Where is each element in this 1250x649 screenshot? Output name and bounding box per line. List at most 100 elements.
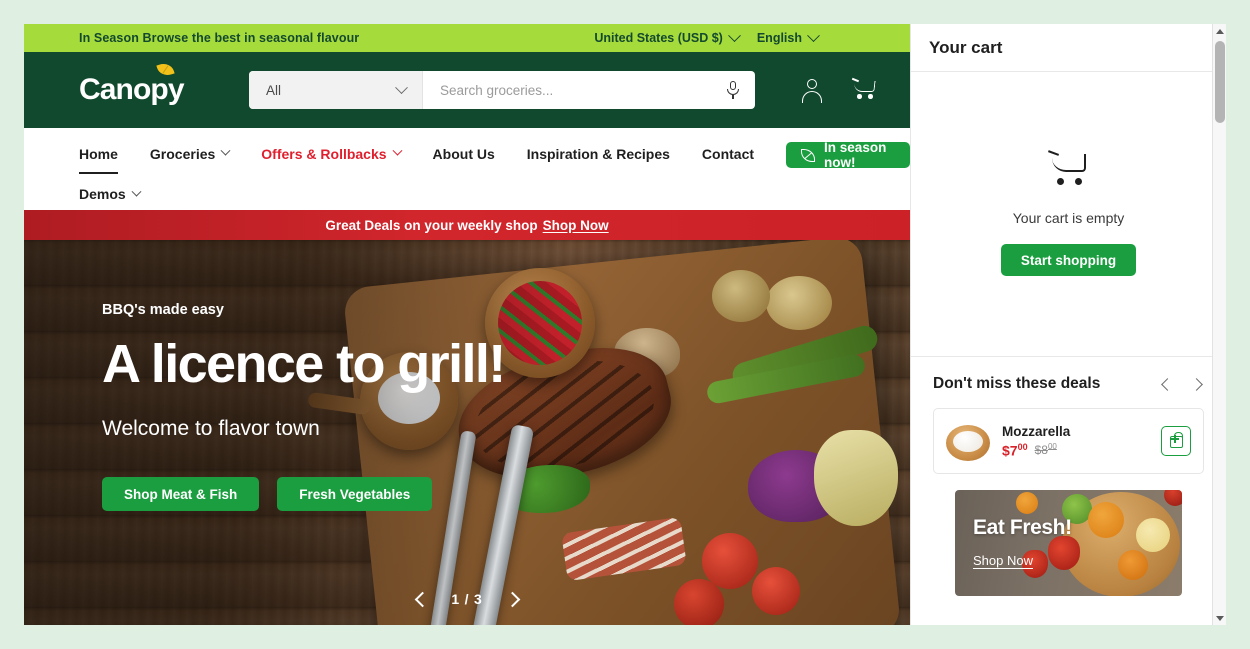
nav-item-inspiration-recipes[interactable]: Inspiration & Recipes	[527, 146, 670, 165]
nav-row-primary: Home Groceries Offers & Rollbacks About …	[79, 140, 910, 174]
utility-bar: In Season Browse the best in seasonal fl…	[24, 24, 910, 52]
chevron-down-icon	[392, 145, 402, 156]
slider-prev-icon[interactable]	[413, 591, 429, 607]
deals-title: Don't miss these deals	[933, 375, 1101, 392]
nav-item-groceries[interactable]: Groceries	[149, 145, 231, 165]
product-prices: $700 $800	[1002, 442, 1149, 459]
main-navigation: Home Groceries Offers & Rollbacks About …	[24, 128, 910, 210]
seasonal-message: In Season Browse the best in seasonal fl…	[79, 31, 360, 45]
deal-card[interactable]: Mozzarella $700 $800	[933, 408, 1204, 474]
cart-empty-text: Your cart is empty	[1012, 210, 1125, 226]
nav-row-secondary: Demos	[79, 186, 172, 205]
browser-viewport: In Season Browse the best in seasonal fl…	[24, 24, 1226, 625]
sale-price: $700	[1002, 442, 1028, 459]
nav-item-offers-rollbacks[interactable]: Offers & Rollbacks	[261, 145, 402, 165]
search-input[interactable]	[440, 82, 725, 98]
sale-price-cents: 00	[1017, 441, 1028, 452]
cart-header: Your cart	[911, 24, 1226, 72]
cart-panel: Your cart Your cart is empty Start shopp…	[910, 24, 1226, 625]
scroll-down-icon[interactable]	[1213, 611, 1226, 625]
banana-slice	[1136, 518, 1170, 552]
nav-label: Contact	[701, 145, 755, 162]
hero-eyebrow: BBQ's made easy	[102, 302, 224, 318]
nav-item-home[interactable]: Home	[79, 145, 118, 174]
deals-prev-icon[interactable]	[1160, 378, 1173, 391]
cart-empty-state: Your cart is empty Start shopping	[911, 72, 1226, 357]
promo-card-title: Eat Fresh!	[973, 516, 1072, 539]
slide-counter: 1 / 3	[451, 591, 483, 607]
country-currency-label: United States (USD $)	[594, 31, 723, 45]
orange-slice	[1088, 502, 1124, 538]
add-to-cart-button[interactable]	[1161, 426, 1191, 456]
shopping-bag-plus-icon	[1170, 432, 1183, 448]
deal-info: Mozzarella $700 $800	[1002, 424, 1149, 459]
start-shopping-button[interactable]: Start shopping	[1000, 244, 1137, 276]
header-icons	[799, 77, 878, 103]
product-name: Mozzarella	[1002, 423, 1071, 439]
search-category-label: All	[266, 82, 282, 98]
promo-card-content: Eat Fresh! Shop Now	[973, 516, 1072, 568]
hero-subtitle: Welcome to flavor town	[102, 417, 320, 440]
hero-banner: BBQ's made easy A licence to grill! Welc…	[24, 240, 910, 625]
language-selector[interactable]: English	[756, 28, 820, 45]
nav-item-about-us[interactable]: About Us	[433, 146, 495, 165]
nav-label: Offers & Rollbacks	[261, 145, 387, 162]
tangerine	[1016, 492, 1038, 514]
chevron-down-icon	[395, 80, 408, 94]
deals-carousel-controls	[1160, 378, 1204, 391]
promo-ribbon-text: Great Deals on your weekly shop	[325, 217, 538, 233]
original-price-cents: 00	[1047, 441, 1057, 451]
site-header: Canopy All	[24, 52, 910, 128]
promo-ribbon: Great Deals on your weekly shop Shop Now	[24, 210, 910, 240]
in-season-now-label: In season now!	[824, 140, 887, 170]
logo-text: Canopy	[79, 73, 185, 106]
cart-icon[interactable]	[851, 77, 878, 103]
user-icon[interactable]	[799, 77, 825, 103]
promo-card-link[interactable]: Shop Now	[973, 553, 1072, 568]
country-currency-selector[interactable]: United States (USD $)	[594, 28, 741, 45]
nav-label: Demos	[79, 186, 126, 202]
search-category-select[interactable]: All	[249, 71, 423, 109]
chevron-down-icon	[131, 186, 142, 197]
hero-content: BBQ's made easy A licence to grill! Welc…	[102, 302, 506, 511]
hero-title: A licence to grill!	[102, 334, 506, 394]
scroll-up-icon[interactable]	[1213, 24, 1226, 38]
locale-selectors: United States (USD $) English	[594, 28, 820, 45]
deals-header: Don't miss these deals	[933, 375, 1204, 393]
microphone-icon[interactable]	[725, 81, 741, 99]
berry	[1164, 490, 1182, 506]
scrollbar[interactable]	[1212, 24, 1226, 625]
chevron-down-icon	[220, 145, 231, 156]
shop-meat-fish-button[interactable]: Shop Meat & Fish	[102, 477, 260, 511]
site-content: In Season Browse the best in seasonal fl…	[24, 24, 910, 625]
cart-icon	[1047, 150, 1090, 188]
nav-item-contact[interactable]: Contact	[702, 146, 754, 165]
nav-label: Home	[79, 145, 118, 162]
promo-card[interactable]: Eat Fresh! Shop Now	[955, 490, 1182, 596]
chevron-down-icon	[807, 28, 820, 42]
nav-label: Inspiration & Recipes	[526, 145, 670, 162]
leaf-icon	[801, 148, 816, 162]
orange-slice	[1118, 550, 1148, 580]
hero-slider-controls: 1 / 3	[24, 591, 910, 607]
fresh-vegetables-button[interactable]: Fresh Vegetables	[277, 477, 433, 511]
search-bar: All	[249, 71, 755, 109]
promo-ribbon-link[interactable]: Shop Now	[543, 218, 609, 233]
language-label: English	[756, 31, 802, 45]
nav-label: About Us	[432, 145, 495, 162]
chevron-down-icon	[727, 28, 741, 42]
product-thumbnail	[946, 421, 990, 461]
cart-title: Your cart	[929, 37, 1003, 57]
original-price: $800	[1035, 442, 1057, 457]
nav-item-demos[interactable]: Demos	[79, 186, 142, 205]
scrollbar-thumb[interactable]	[1215, 41, 1225, 123]
original-price-main: $8	[1034, 442, 1048, 457]
logo[interactable]: Canopy	[79, 61, 185, 107]
hero-buttons: Shop Meat & Fish Fresh Vegetables	[102, 477, 505, 511]
nav-label: Groceries	[149, 145, 216, 162]
deals-section: Don't miss these deals Mozzarella $700 $…	[911, 357, 1226, 596]
in-season-now-button[interactable]: In season now!	[786, 140, 910, 170]
screenshot-root: In Season Browse the best in seasonal fl…	[0, 0, 1250, 649]
deals-next-icon[interactable]	[1191, 378, 1204, 391]
slider-next-icon[interactable]	[505, 591, 521, 607]
